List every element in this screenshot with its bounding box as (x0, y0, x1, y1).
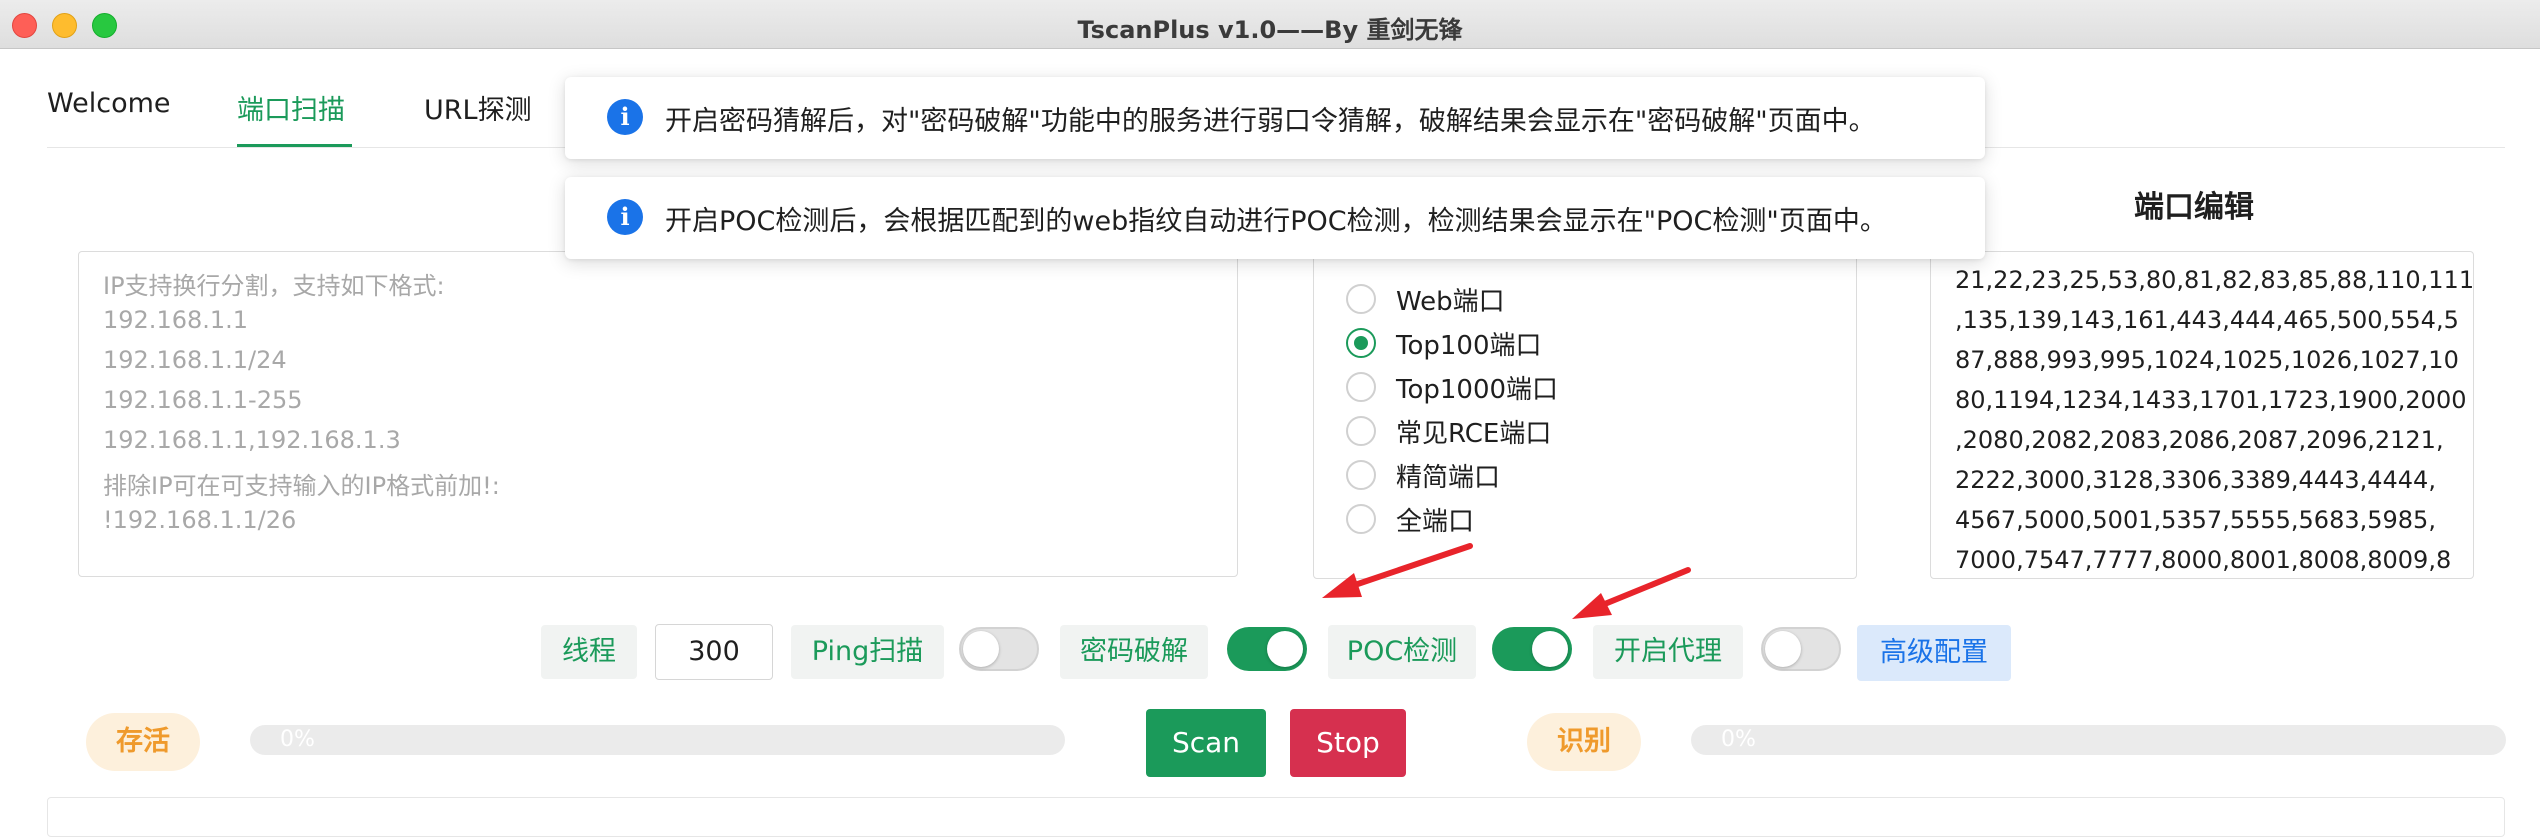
port-line: 7000,7547,7777,8000,8001,8008,8009,8 (1955, 546, 2452, 574)
port-line: ,135,139,143,161,443,444,465,500,554,5 (1955, 306, 2459, 334)
proxy-label: 开启代理 (1593, 625, 1743, 679)
ping-scan-toggle[interactable] (959, 627, 1039, 671)
port-edit-textarea[interactable]: 21,22,23,25,53,80,81,82,83,85,88,110,111… (1930, 251, 2474, 579)
password-crack-toggle[interactable] (1227, 627, 1307, 671)
info-icon: i (607, 199, 643, 235)
alive-progress-text: 0% (280, 727, 315, 752)
notification-poc-detect: i 开启POC检测后，会根据匹配到的web指纹自动进行POC检测，检测结果会显示… (565, 177, 1985, 259)
alive-badge: 存活 (86, 713, 200, 771)
port-type-group: Web端口 Top100端口 Top1000端口 常见RCE端口 精简端口 全端… (1313, 251, 1857, 579)
radio-top1000-ports[interactable]: Top1000端口 (1346, 370, 1559, 405)
notification-text: 开启POC检测后，会根据匹配到的web指纹自动进行POC检测，检测结果会显示在"… (665, 206, 1887, 237)
password-crack-label: 密码破解 (1060, 625, 1208, 679)
tab-port-scan[interactable]: 端口扫描 (237, 88, 345, 127)
info-icon: i (607, 99, 643, 135)
placeholder-line: !192.168.1.1/26 (103, 506, 297, 534)
notification-text: 开启密码猜解后，对"密码破解"功能中的服务进行弱口令猜解，破解结果会显示在"密码… (665, 106, 1876, 137)
stop-button[interactable]: Stop (1290, 709, 1406, 777)
port-edit-title: 端口编辑 (2134, 190, 2254, 225)
port-line: 80,1194,1234,1433,1701,1723,1900,2000 (1955, 386, 2467, 414)
proxy-toggle[interactable] (1761, 627, 1841, 671)
radio-all-ports[interactable]: 全端口 (1346, 502, 1475, 537)
results-panel (47, 797, 2505, 837)
advanced-config-button[interactable]: 高级配置 (1857, 625, 2011, 681)
scan-button[interactable]: Scan (1146, 709, 1266, 777)
radio-lite-ports[interactable]: 精简端口 (1346, 458, 1501, 493)
toggle-knob (1267, 631, 1303, 667)
radio-circle[interactable] (1346, 284, 1376, 314)
radio-label: 精简端口 (1396, 462, 1501, 493)
tab-welcome[interactable]: Welcome (47, 88, 171, 119)
radio-circle[interactable] (1346, 460, 1376, 490)
poc-detect-label: POC检测 (1328, 625, 1476, 679)
toggle-knob (1532, 631, 1568, 667)
alive-progress-bar: 0% (250, 725, 1065, 755)
radio-label: 常见RCE端口 (1396, 418, 1552, 449)
radio-web-ports[interactable]: Web端口 (1346, 282, 1505, 317)
target-ip-input[interactable]: IP支持换行分割，支持如下格式: 192.168.1.1 192.168.1.1… (78, 251, 1238, 577)
arrow-head-right (1572, 593, 1612, 619)
placeholder-line: 192.168.1.1,192.168.1.3 (103, 426, 401, 454)
title-bar: TscanPlus v1.0——By 重剑无锋 (0, 0, 2540, 49)
port-line: 4567,5000,5001,5357,5555,5683,5985, (1955, 506, 2436, 534)
identify-badge: 识别 (1527, 713, 1641, 771)
ping-scan-label: Ping扫描 (791, 625, 944, 679)
radio-label: Top100端口 (1396, 330, 1542, 361)
identify-progress-text: 0% (1721, 727, 1756, 752)
radio-circle[interactable] (1346, 372, 1376, 402)
radio-label: Web端口 (1396, 286, 1505, 317)
window-title: TscanPlus v1.0——By 重剑无锋 (1077, 16, 1463, 44)
radio-circle[interactable] (1346, 504, 1376, 534)
threads-input[interactable]: 300 (655, 624, 773, 680)
radio-top100-ports[interactable]: Top100端口 (1346, 326, 1542, 361)
identify-progress-bar: 0% (1691, 725, 2506, 755)
notification-password-crack: i 开启密码猜解后，对"密码破解"功能中的服务进行弱口令猜解，破解结果会显示在"… (565, 77, 1985, 159)
radio-label: Top1000端口 (1396, 374, 1559, 405)
tab-url-probe[interactable]: URL探测 (424, 88, 532, 127)
port-line: ,2080,2082,2083,2086,2087,2096,2121, (1955, 426, 2444, 454)
port-line: 87,888,993,995,1024,1025,1026,1027,10 (1955, 346, 2459, 374)
radio-rce-ports[interactable]: 常见RCE端口 (1346, 414, 1552, 449)
placeholder-line: 192.168.1.1-255 (103, 386, 303, 414)
placeholder-line: 192.168.1.1 (103, 306, 249, 334)
port-line: 2222,3000,3128,3306,3389,4443,4444, (1955, 466, 2436, 494)
threads-label: 线程 (541, 625, 637, 679)
radio-circle[interactable] (1346, 416, 1376, 446)
toggle-knob (1765, 631, 1801, 667)
placeholder-line: 排除IP可在可支持输入的IP格式前加!: (103, 472, 500, 500)
port-line: 21,22,23,25,53,80,81,82,83,85,88,110,111 (1955, 266, 2474, 294)
placeholder-line: 192.168.1.1/24 (103, 346, 287, 374)
poc-detect-toggle[interactable] (1492, 627, 1572, 671)
radio-circle-selected[interactable] (1346, 328, 1376, 358)
radio-label: 全端口 (1396, 506, 1475, 537)
toggle-knob (963, 631, 999, 667)
placeholder-line: IP支持换行分割，支持如下格式: (103, 272, 445, 300)
